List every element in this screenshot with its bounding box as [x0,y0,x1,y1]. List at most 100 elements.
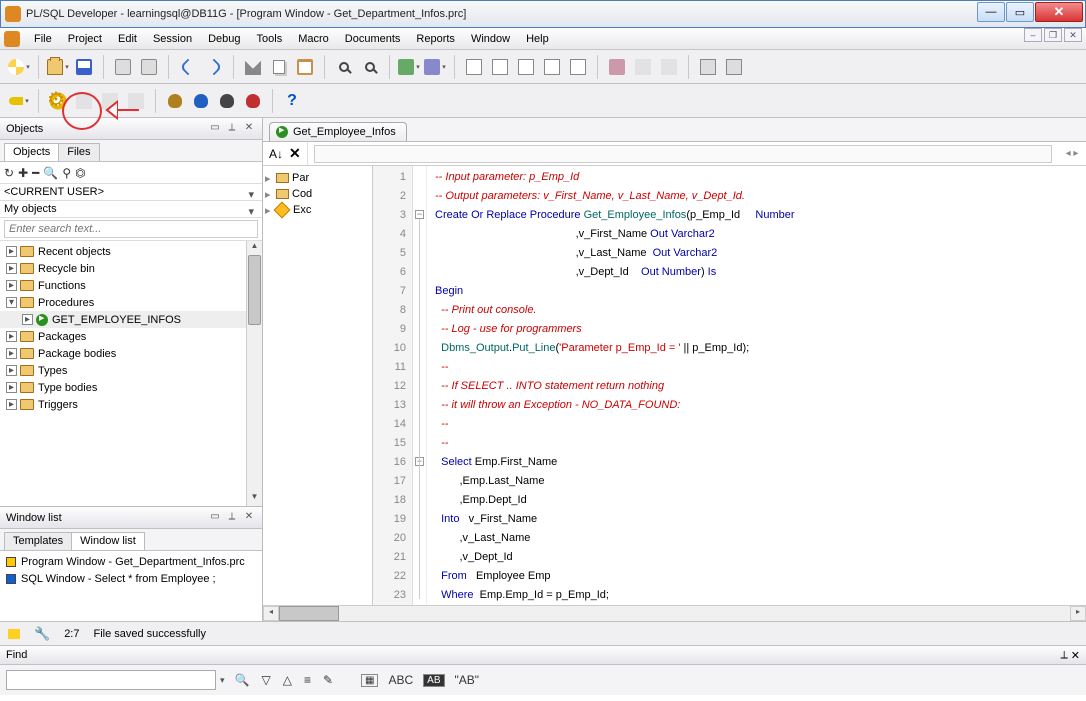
menu-macro[interactable]: Macro [290,30,337,48]
paste-button[interactable] [294,56,316,78]
window-list-item[interactable]: SQL Window - Select * from Employee ; [0,570,262,587]
find-word-icon[interactable]: AB [423,674,444,687]
user-combo[interactable]: <CURRENT USER> [0,184,262,201]
menu-file[interactable]: File [26,30,60,48]
tb-misc-5[interactable] [567,56,589,78]
tab-windowlist[interactable]: Window list [71,532,145,550]
db-tool-3[interactable] [216,90,238,112]
find-obj-icon[interactable]: 🔍 [43,166,58,180]
commit-button[interactable] [99,90,121,112]
break-button[interactable] [73,90,95,112]
refresh-icon[interactable]: ↻ [4,166,14,180]
remove-icon[interactable]: ━ [32,166,39,180]
add-icon[interactable]: ✚ [18,166,28,180]
db-tool-2[interactable] [190,90,212,112]
tab-objects[interactable]: Objects [4,143,59,161]
find-input[interactable] [6,670,216,690]
tree-item-get_employee_infos[interactable]: ▸GET_EMPLOYEE_INFOS [0,311,262,328]
copy-button[interactable] [268,56,290,78]
nav-arrows[interactable]: ◂ ▸ [1058,148,1086,159]
undo-button[interactable] [177,56,199,78]
tree-package-bodies[interactable]: ▸Package bodies [0,345,262,362]
new-button[interactable] [8,56,30,78]
menu-help[interactable]: Help [518,30,557,48]
find-close-icon[interactable]: ✕ [1071,649,1080,662]
menu-tools[interactable]: Tools [249,30,291,48]
print-button[interactable] [112,56,134,78]
editor-hscroll[interactable]: ◂▸ [263,605,1086,621]
db-tool-4[interactable] [242,90,264,112]
close-button[interactable]: ✕ [1035,2,1083,22]
beautifier-button[interactable] [424,56,446,78]
minimize-button[interactable]: — [977,2,1005,22]
mdi-restore-button[interactable]: ❐ [1044,28,1062,42]
logon-button[interactable] [8,90,30,112]
mdi-minimize-button[interactable]: – [1024,28,1042,42]
tab-files[interactable]: Files [58,143,99,161]
wrench-icon[interactable]: 🔧 [34,626,50,642]
explain-plan-button[interactable] [398,56,420,78]
tb-misc-3[interactable] [515,56,537,78]
find-history-drop[interactable] [224,674,225,686]
tb-misc-7[interactable] [632,56,654,78]
find-highlight-icon[interactable]: ✎ [321,673,335,687]
fold-column[interactable]: −− [413,166,427,605]
print-setup-button[interactable] [138,56,160,78]
open-button[interactable] [47,56,69,78]
more-icon[interactable]: ⏣ [75,166,85,180]
tb-misc-8[interactable] [658,56,680,78]
tb-misc-2[interactable] [489,56,511,78]
tree-recent-objects[interactable]: ▸Recent objects [0,243,262,260]
wl-pin-icon[interactable]: ⟂ [225,511,239,525]
find-regex-icon[interactable]: "AB" [453,673,482,687]
tree-packages[interactable]: ▸Packages [0,328,262,345]
code-editor[interactable]: -- Input parameter: p_Emp_Id-- Output pa… [427,166,1086,605]
find-up-icon[interactable]: △ [281,673,294,687]
tree-type-bodies[interactable]: ▸Type bodies [0,379,262,396]
find-next-icon[interactable]: 🔍 [233,673,252,687]
tree-types[interactable]: ▸Types [0,362,262,379]
clear-icon[interactable]: ✕ [289,145,301,162]
panel-dock-icon[interactable]: ▭ [208,122,222,136]
tree-functions[interactable]: ▸Functions [0,277,262,294]
mdi-close-button[interactable]: ✕ [1064,28,1082,42]
find-button[interactable] [333,56,355,78]
help-button[interactable]: ? [281,90,303,112]
tb-misc-6[interactable] [606,56,628,78]
menu-window[interactable]: Window [463,30,518,48]
execute-button[interactable] [47,90,69,112]
tree-recycle-bin[interactable]: ▸Recycle bin [0,260,262,277]
tree-scrollbar[interactable]: ▲ ▼ [246,241,262,506]
save-button[interactable] [73,56,95,78]
window-list-item[interactable]: Program Window - Get_Department_Infos.pr… [0,553,262,570]
panel-pin-icon[interactable]: ⟂ [225,122,239,136]
find-pin-icon[interactable]: ⟂ [1060,649,1067,662]
outline-item[interactable]: ▸Exc [265,202,370,218]
code-outline[interactable]: ▸Par▸Cod▸Exc [263,166,373,605]
outline-item[interactable]: ▸Par [265,170,370,186]
find-all-icon[interactable]: ≡ [302,673,313,687]
find-replace-button[interactable] [359,56,381,78]
menu-reports[interactable]: Reports [408,30,463,48]
outline-item[interactable]: ▸Cod [265,186,370,202]
menu-project[interactable]: Project [60,30,110,48]
find-scope-icon[interactable]: ▦ [361,674,378,687]
objects-tree[interactable]: ▸Recent objects▸Recycle bin▸Functions▾Pr… [0,241,262,506]
menu-debug[interactable]: Debug [200,30,248,48]
window-tile-button[interactable] [697,56,719,78]
menu-session[interactable]: Session [145,30,200,48]
db-tool-1[interactable] [164,90,186,112]
find-down-icon[interactable]: ▽ [259,673,272,687]
panel-close-icon[interactable]: ✕ [242,122,256,136]
wl-dock-icon[interactable]: ▭ [208,511,222,525]
app-menu-icon[interactable] [4,31,20,47]
tree-procedures[interactable]: ▾Procedures [0,294,262,311]
tb-misc-4[interactable] [541,56,563,78]
menu-documents[interactable]: Documents [337,30,409,48]
maximize-button[interactable]: ▭ [1006,2,1034,22]
redo-button[interactable] [203,56,225,78]
filter-combo[interactable]: My objects [0,201,262,218]
editor-tab[interactable]: Get_Employee_Infos [269,122,407,141]
object-search-input[interactable] [4,220,258,238]
tree-triggers[interactable]: ▸Triggers [0,396,262,413]
